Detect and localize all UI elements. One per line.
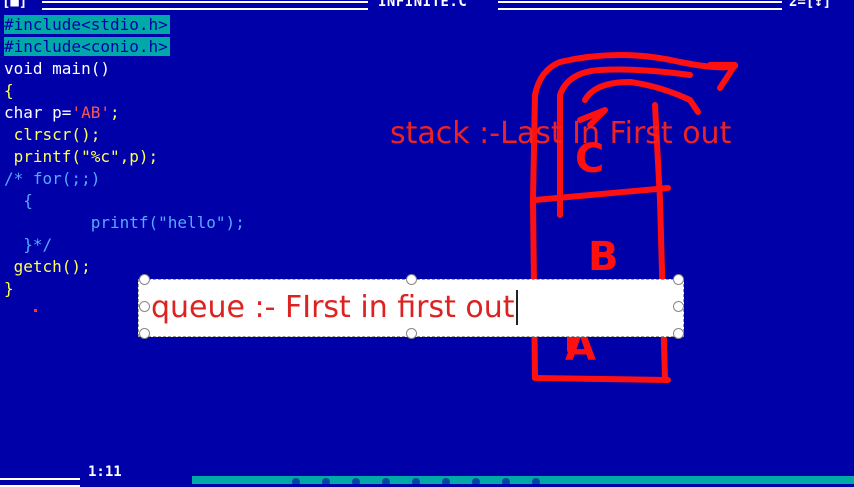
- hand-drawn-stack-diagram: C B A: [530, 52, 738, 383]
- scroll-thumb[interactable]: [292, 478, 300, 486]
- horizontal-scrollbar[interactable]: [192, 476, 854, 486]
- scroll-track-dot: [322, 478, 330, 486]
- resize-handle-bottom-middle[interactable]: [406, 328, 417, 339]
- resize-handle-bottom-right[interactable]: [673, 328, 684, 339]
- stack-bottom: [532, 375, 671, 383]
- cursor-position: 1:11: [88, 464, 122, 480]
- resize-handle-middle-right[interactable]: [673, 301, 684, 312]
- resize-handle-top-right[interactable]: [673, 274, 684, 285]
- letter-b: B: [588, 234, 619, 280]
- stack-annotation: stack :-Last In First out: [390, 116, 732, 151]
- resize-handle-bottom-left[interactable]: [139, 328, 150, 339]
- scroll-track-dot: [532, 478, 540, 486]
- resize-handle-top-left[interactable]: [139, 274, 150, 285]
- scroll-track-dot: [412, 478, 420, 486]
- stack-divider-1: [532, 185, 671, 203]
- queue-annotation[interactable]: queue :- FIrst in first out: [151, 290, 518, 325]
- scroll-track-dot: [352, 478, 360, 486]
- resize-handle-middle-left[interactable]: [139, 301, 150, 312]
- scroll-track-dot: [472, 478, 480, 486]
- scroll-track-dot: [442, 478, 450, 486]
- pop-arrow-curve: [582, 79, 701, 115]
- scroll-track-dot: [382, 478, 390, 486]
- scroll-track-dot: [502, 478, 510, 486]
- status-bar-rule: [0, 478, 80, 487]
- resize-handle-top-middle[interactable]: [406, 274, 417, 285]
- editor-status-bar: 1:11: [0, 464, 854, 487]
